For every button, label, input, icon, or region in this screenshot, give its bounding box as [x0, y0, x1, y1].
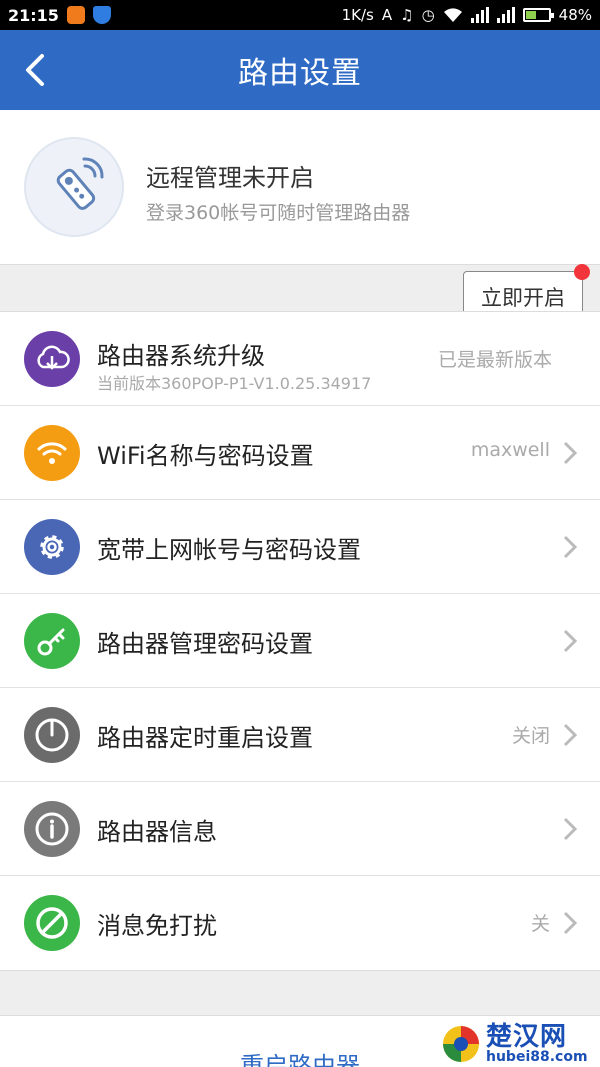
cloud-download-icon: [24, 331, 80, 387]
back-arrow-icon[interactable]: [18, 50, 58, 90]
remote-control-icon: [24, 137, 124, 237]
list-item-admin-password[interactable]: 路由器管理密码设置: [0, 594, 600, 688]
list-item-router-info[interactable]: 路由器信息: [0, 782, 600, 876]
item-value: maxwell: [470, 439, 550, 461]
watermark: 楚汉网 hubei88.com: [440, 1020, 600, 1067]
app-notification-icon: [66, 6, 85, 24]
list-item-wifi[interactable]: WiFi名称与密码设置 maxwell: [0, 406, 600, 500]
list-item-broadband[interactable]: 宽带上网帐号与密码设置: [0, 500, 600, 594]
key-icon: [24, 613, 80, 669]
notification-icon: A: [381, 6, 393, 24]
watermark-logo: [443, 1025, 479, 1062]
watermark-name: 楚汉网: [486, 1021, 568, 1052]
remote-subtitle: 登录360帐号可随时管理路由器: [146, 202, 411, 224]
item-label: 路由器信息: [97, 818, 217, 846]
cell-signal-icon: [470, 7, 489, 23]
chevron-right-icon: [563, 441, 578, 465]
enable-now-label: 立即开启: [481, 286, 565, 310]
shield-notification-icon: [92, 6, 111, 24]
timer-icon: [24, 707, 80, 763]
wifi-signal-icon: [443, 8, 462, 22]
status-bar: 21:15 1K/s A ♫ ◷ 48%: [0, 0, 600, 30]
page-title: 路由设置: [238, 56, 362, 91]
item-label: 宽带上网帐号与密码设置: [97, 536, 361, 564]
item-label: 路由器定时重启设置: [97, 724, 313, 752]
red-dot-badge: [574, 264, 590, 280]
status-time: 21:15: [8, 5, 59, 25]
bell-icon: ♫: [400, 6, 414, 24]
item-label: 路由器系统升级: [97, 342, 265, 370]
chevron-right-icon: [563, 911, 578, 935]
battery-icon: [522, 8, 554, 22]
item-value: 已是最新版本: [437, 349, 552, 371]
chevron-right-icon: [563, 723, 578, 747]
item-label: WiFi名称与密码设置: [97, 442, 314, 470]
wifi-icon: [24, 425, 80, 481]
item-label: 路由器管理密码设置: [97, 630, 313, 658]
list-item-do-not-disturb[interactable]: 消息免打扰 关: [0, 876, 600, 970]
watermark-domain: hubei88.com: [486, 1048, 588, 1065]
title-bar: 路由设置: [0, 30, 600, 110]
remote-title: 远程管理未开启: [146, 164, 314, 192]
remote-management-card: 远程管理未开启 登录360帐号可随时管理路由器 立即开启: [0, 110, 600, 323]
chevron-right-icon: [563, 535, 578, 559]
item-value: 关: [530, 913, 550, 935]
gear-icon: [24, 519, 80, 575]
item-label: 消息免打扰: [97, 912, 217, 940]
list-item-scheduled-restart[interactable]: 路由器定时重启设置 关闭: [0, 688, 600, 782]
alarm-icon: ◷: [421, 6, 435, 24]
item-sublabel: 当前版本360POP-P1-V1.0.25.34917: [97, 374, 372, 393]
chevron-right-icon: [563, 817, 578, 841]
no-disturb-icon: [24, 895, 80, 951]
cell-signal-2-icon: [496, 7, 515, 23]
item-value: 关闭: [511, 725, 550, 747]
settings-list: 路由器系统升级 当前版本360POP-P1-V1.0.25.34917 已是最新…: [0, 311, 600, 971]
network-speed: 1K/s: [341, 6, 374, 24]
battery-percent: 48%: [558, 6, 592, 24]
chevron-right-icon: [563, 629, 578, 653]
info-icon: [24, 801, 80, 857]
list-item-system-upgrade[interactable]: 路由器系统升级 当前版本360POP-P1-V1.0.25.34917 已是最新…: [0, 312, 600, 406]
